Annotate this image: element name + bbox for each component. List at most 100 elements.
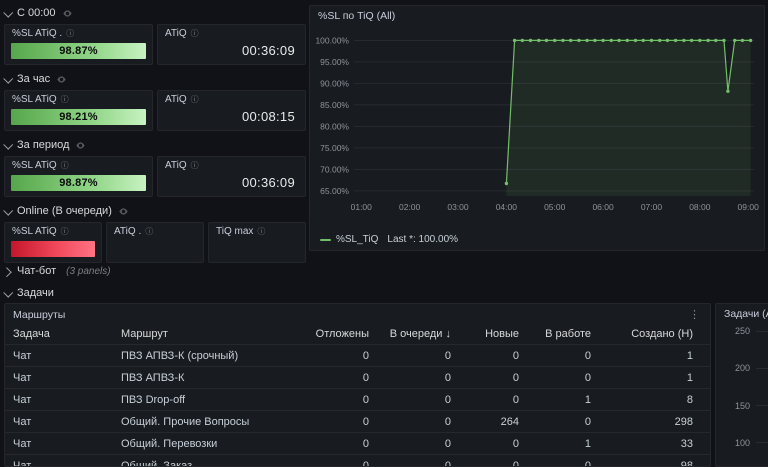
column-header-6[interactable]: Создано (Н) <box>599 323 701 345</box>
info-icon[interactable]: ⓘ <box>66 29 74 39</box>
panel-title[interactable]: ATiQ ⓘ <box>158 157 305 172</box>
table-cell: 0 <box>301 410 377 433</box>
table-row: ЧатОбщий. Перевозки00013333 <box>5 432 710 455</box>
table-cell: 0 <box>301 344 377 367</box>
table-cell: 0 <box>527 366 599 389</box>
table-cell: ПВЗ АПВЗ-К <box>113 366 301 389</box>
svg-text:01:00: 01:00 <box>351 202 373 212</box>
panel-title[interactable]: Маршруты <box>13 309 65 321</box>
table-cell: 8 <box>599 388 701 411</box>
info-icon[interactable]: ⓘ <box>145 227 153 237</box>
table-cell: 0 <box>459 366 527 389</box>
chevron-right-icon <box>1 266 12 277</box>
row-title: Чат-бот <box>17 265 57 277</box>
column-header-3[interactable]: В очереди ↓ <box>377 323 459 345</box>
panel-title[interactable]: ATiQ ⓘ <box>158 91 305 106</box>
row-since-panels: %SL ATiQ . ⓘ 98.87% ATiQ ⓘ 00:36:09 <box>4 24 306 65</box>
table-cell: 0 <box>527 410 599 433</box>
row-title: Задачи <box>17 287 54 299</box>
panel-title[interactable]: %SL ATiQ . ⓘ <box>5 25 152 40</box>
column-header-1[interactable]: Маршрут <box>113 323 301 345</box>
grafana-dashboard: { "icons": { "info": "ⓘ", "sort_desc": "… <box>0 0 768 467</box>
svg-text:100.00%: 100.00% <box>315 35 349 45</box>
panel-title[interactable]: ATiQ ⓘ <box>158 25 305 40</box>
panels-count: (3 panels) <box>66 265 111 277</box>
svg-text:06:00: 06:00 <box>592 202 614 212</box>
table-cell: 0 <box>377 432 459 455</box>
info-icon[interactable]: ⓘ <box>61 161 69 171</box>
table-cell: Чат <box>5 432 113 455</box>
routes-table-panel: Маршруты ⋮ Задача Маршрут Отложены В очеред… <box>4 303 711 467</box>
info-icon[interactable]: ⓘ <box>191 95 199 105</box>
panel-title[interactable]: %SL ATiQ ⓘ <box>5 91 152 106</box>
eye-icon[interactable] <box>62 8 73 19</box>
column-header-5[interactable]: В работе <box>527 323 599 345</box>
panel-menu-icon[interactable]: ⋮ <box>687 308 702 321</box>
table-cell: 0 <box>459 344 527 367</box>
bar-gauge-value: 98.87% <box>59 177 98 189</box>
panel-title[interactable]: %SL по TiQ (All) <box>310 6 764 22</box>
table-cell: 0 <box>527 454 599 466</box>
bar-gauge: 98.21% <box>11 109 146 125</box>
panel-title[interactable]: TiQ max ⓘ <box>209 223 305 238</box>
info-icon[interactable]: ⓘ <box>191 29 199 39</box>
table-cell: 90 <box>701 454 710 466</box>
table-cell: ПВЗ АПВЗ-К (срочный) <box>113 344 301 367</box>
sl-chart-svg[interactable]: 100.00% 95.00% 90.00% 85.00% 80.00% 75.00% 70.… <box>314 24 762 224</box>
bar-gauge: 98.87% <box>11 43 146 59</box>
panel-title[interactable]: ATiQ . ⓘ <box>107 223 203 238</box>
panel-title-text: ATiQ <box>165 94 187 105</box>
table-cell: 1 <box>527 432 599 455</box>
chevron-down-icon <box>3 287 14 298</box>
row-header-tasks[interactable]: Задачи <box>3 285 762 301</box>
column-header-4[interactable]: Новые <box>459 323 527 345</box>
row-title: За период <box>17 139 70 151</box>
left-column: С 00:00 %SL ATiQ . ⓘ 98.87% ATiQ ⓘ 00:36… <box>3 5 306 269</box>
table-cell: Общий. Прочие Вопросы <box>113 410 301 433</box>
stat-panel-sl-period: %SL ATiQ ⓘ 98.87% <box>4 156 153 197</box>
info-icon[interactable]: ⓘ <box>61 227 69 237</box>
axis-tick-label: 250 <box>734 326 750 336</box>
table-cell: 33 <box>701 432 710 455</box>
panel-title[interactable]: %SL ATiQ ⓘ <box>5 223 101 238</box>
info-icon[interactable]: ⓘ <box>191 161 199 171</box>
svg-text:80.00%: 80.00% <box>320 121 349 131</box>
stat-value: 00:36:09 <box>241 175 295 190</box>
eye-icon[interactable] <box>56 74 67 85</box>
stat-value: 00:08:15 <box>241 109 295 124</box>
panel-title-text: %SL ATiQ <box>12 94 57 105</box>
eye-icon[interactable] <box>75 140 86 151</box>
panel-title-text: TiQ max <box>216 226 254 237</box>
panel-title[interactable]: %SL ATiQ ⓘ <box>5 157 152 172</box>
row-header-since[interactable]: С 00:00 <box>3 5 306 21</box>
stat-value <box>209 238 305 262</box>
table-cell: 0 <box>377 388 459 411</box>
panel-title-text: ATiQ <box>165 160 187 171</box>
axis-tick-label: 100 <box>734 437 750 448</box>
column-header-0[interactable]: Задача <box>5 323 113 345</box>
table-cell: Чат <box>5 388 113 411</box>
row-header-hour[interactable]: За час <box>3 71 306 87</box>
table-cell: 0 <box>301 432 377 455</box>
row-header-chatbot[interactable]: Чат-бот (3 panels) <box>1 263 762 279</box>
stat-panel-atiq-hour: ATiQ ⓘ 00:08:15 <box>157 90 306 131</box>
row-header-period[interactable]: За период <box>3 137 306 153</box>
svg-text:75.00%: 75.00% <box>320 143 349 153</box>
info-icon[interactable]: ⓘ <box>257 227 265 237</box>
eye-icon[interactable] <box>118 206 129 217</box>
series-swatch-icon <box>320 238 331 241</box>
svg-text:95.00%: 95.00% <box>320 57 349 67</box>
legend-item[interactable]: %SL_TiQ Last *: 100.00% <box>310 234 764 250</box>
chevron-down-icon <box>3 205 14 216</box>
chevron-down-icon <box>3 139 14 150</box>
stat-panel-atiq-since: ATiQ ⓘ 00:36:09 <box>157 24 306 65</box>
column-header-2[interactable]: Отложены <box>301 323 377 345</box>
info-icon[interactable]: ⓘ <box>61 95 69 105</box>
chevron-down-icon <box>3 7 14 18</box>
table-cell: Общий. Перевозки <box>113 432 301 455</box>
tasks-chart-plot[interactable] <box>756 304 768 466</box>
table-cell: Чат <box>5 366 113 389</box>
column-header-7[interactable]: Обработано (Н) <box>701 323 710 345</box>
sl-by-tiq-chart-panel: %SL по TiQ (All) 100.00% 95.00% 90.00% 85.0… <box>309 5 765 251</box>
row-header-online[interactable]: Online (В очереди) <box>3 203 306 219</box>
